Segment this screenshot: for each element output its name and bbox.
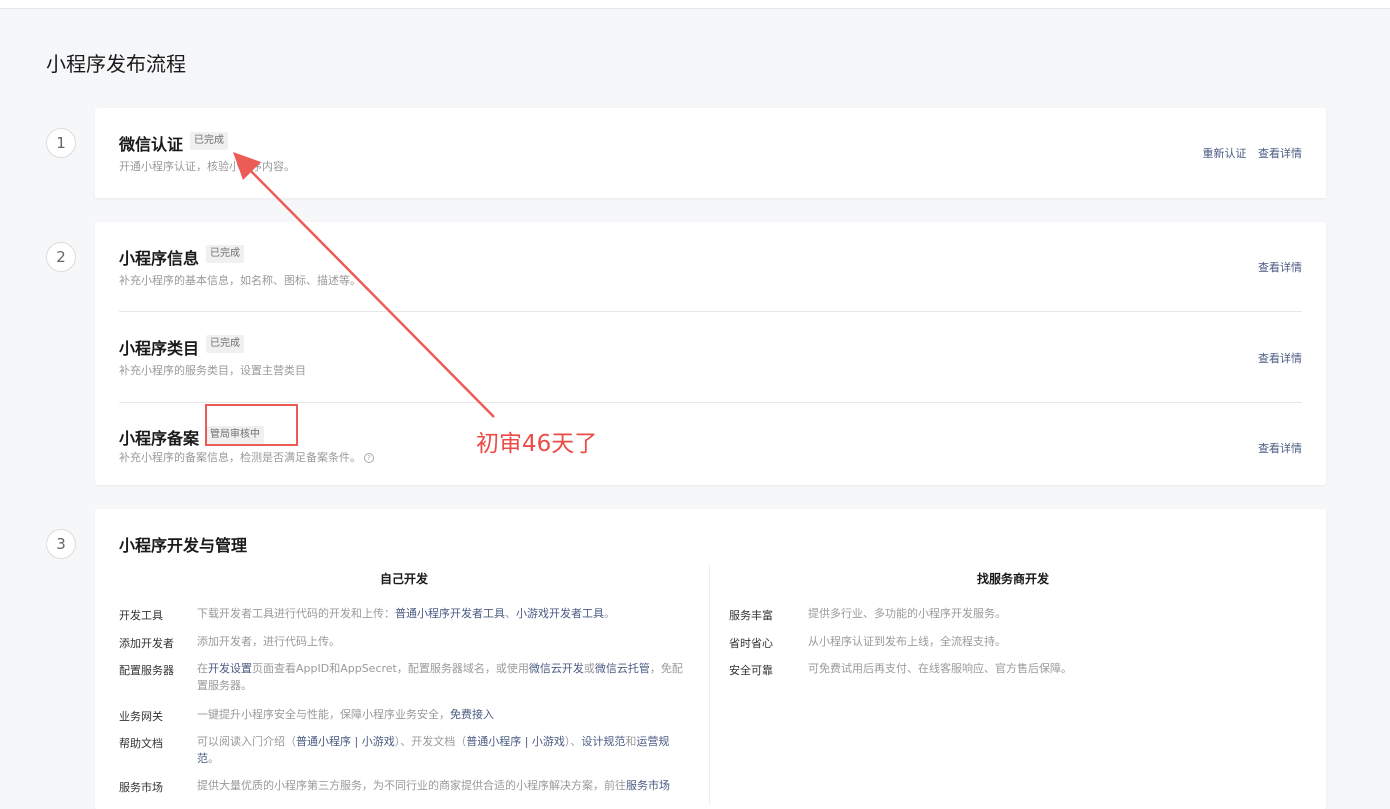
text-part: 在	[197, 662, 208, 675]
annotation-text: 初审46天了	[476, 431, 598, 457]
view-details-link[interactable]: 查看详情	[1258, 442, 1302, 455]
text-add-developer: 添加开发者，进行代码上传。	[197, 635, 340, 648]
dev-settings-link[interactable]: 开发设置	[208, 662, 252, 675]
label-help-docs: 帮助文档	[119, 737, 163, 750]
mini-game-devtools-link[interactable]: 小游戏开发者工具	[516, 607, 604, 620]
step-number-3: 3	[46, 529, 76, 559]
cloud-dev-link[interactable]: 微信云开发	[529, 662, 584, 675]
text-part: ）、	[564, 735, 582, 748]
row-description: 补充小程序的备案信息，检测是否满足备案条件。?	[119, 449, 374, 465]
text-help-docs: 可以阅读入门介绍（普通小程序 | 小游戏）、开发文档（普通小程序 | 小游戏）、…	[197, 733, 691, 767]
status-badge: 已完成	[206, 335, 244, 353]
row-mini-program-info: 小程序信息 已完成 补充小程序的基本信息，如名称、图标、描述等。 查看详情	[119, 222, 1302, 311]
text-time-saving: 从小程序认证到发布上线，全流程支持。	[808, 635, 1006, 648]
row-title: 微信认证	[119, 135, 184, 154]
row-description: 开通小程序认证，核验小程序内容。	[119, 160, 295, 173]
row-actions: 重新认证 查看详情	[1195, 145, 1303, 161]
row-title: 小程序信息	[119, 249, 200, 268]
text-part: 一键提升小程序安全与性能，保障小程序业务安全，	[197, 708, 450, 721]
text-part: 。	[208, 752, 219, 765]
free-access-link[interactable]: 免费接入	[450, 708, 494, 721]
text-part: 可以阅读入门介绍（	[197, 735, 296, 748]
text-part: 下载开发者工具进行代码的开发和上传：	[197, 607, 395, 620]
view-details-link[interactable]: 查看详情	[1258, 352, 1302, 365]
intro-mini-program-link[interactable]: 普通小程序	[296, 735, 351, 748]
page-title: 小程序发布流程	[46, 52, 186, 76]
docs-mini-game-link[interactable]: 小游戏	[532, 735, 565, 748]
label-rich-services: 服务丰富	[729, 609, 773, 622]
row-description: 补充小程序的服务类目，设置主营类目	[119, 364, 306, 377]
label-service-market: 服务市场	[119, 781, 163, 794]
row-title: 小程序类目	[119, 339, 200, 358]
row-description-text: 补充小程序的备案信息，检测是否满足备案条件。	[119, 451, 361, 464]
help-icon[interactable]: ?	[364, 453, 374, 463]
label-add-developer: 添加开发者	[119, 637, 174, 650]
row-wechat-certification: 微信认证 已完成 开通小程序认证，核验小程序内容。 重新认证 查看详情	[119, 108, 1302, 198]
cloud-hosting-link[interactable]: 微信云托管	[595, 662, 650, 675]
row-actions: 查看详情	[1250, 259, 1302, 275]
text-part: |	[351, 735, 362, 748]
annotation-highlight-box	[205, 404, 298, 446]
row-mini-program-category: 小程序类目 已完成 补充小程序的服务类目，设置主营类目 查看详情	[119, 312, 1302, 402]
card-wechat-certification: 微信认证 已完成 开通小程序认证，核验小程序内容。 重新认证 查看详情	[95, 108, 1326, 198]
self-develop-heading: 自己开发	[380, 572, 429, 586]
step-number-1: 1	[46, 128, 76, 158]
section-title: 小程序开发与管理	[119, 536, 248, 555]
text-part: 页面查看AppID和AppSecret，配置服务器域名，或使用	[252, 662, 529, 675]
design-guidelines-link[interactable]: 设计规范	[581, 735, 625, 748]
text-part: 、	[505, 607, 516, 620]
recertify-link[interactable]: 重新认证	[1203, 147, 1247, 160]
label-dev-tools: 开发工具	[119, 609, 163, 622]
label-config-server: 配置服务器	[119, 664, 174, 677]
docs-mini-program-link[interactable]: 普通小程序	[466, 735, 521, 748]
text-part: 或	[583, 662, 595, 675]
row-title: 小程序备案	[119, 429, 200, 448]
text-secure: 可免费试用后再支付、在线客服响应、官方售后保障。	[808, 662, 1072, 675]
text-part: |	[521, 735, 532, 748]
row-description: 补充小程序的基本信息，如名称、图标、描述等。	[119, 274, 361, 287]
column-divider	[709, 565, 710, 805]
mini-program-devtools-link[interactable]: 普通小程序开发者工具	[395, 607, 505, 620]
text-service-market: 提供大量优质的小程序第三方服务，为不同行业的商家提供合适的小程序解决方案，前往服…	[197, 777, 691, 794]
intro-mini-game-link[interactable]: 小游戏	[362, 735, 395, 748]
provider-develop-heading: 找服务商开发	[977, 572, 1050, 586]
text-rich-services: 提供多行业、多功能的小程序开发服务。	[808, 607, 1006, 620]
text-dev-tools: 下载开发者工具进行代码的开发和上传：普通小程序开发者工具、小游戏开发者工具。	[197, 605, 691, 622]
status-badge: 已完成	[190, 132, 228, 150]
service-market-link[interactable]: 服务市场	[626, 779, 670, 792]
label-secure: 安全可靠	[729, 664, 773, 677]
text-part: 提供大量优质的小程序第三方服务，为不同行业的商家提供合适的小程序解决方案，前往	[197, 779, 626, 792]
card-development-management: 小程序开发与管理 自己开发 找服务商开发 开发工具 下载开发者工具进行代码的开发…	[95, 509, 1326, 809]
status-badge: 已完成	[206, 245, 244, 263]
text-config-server: 在开发设置页面查看AppID和AppSecret，配置服务器域名，或使用微信云开…	[197, 660, 691, 694]
view-details-link[interactable]: 查看详情	[1258, 261, 1302, 274]
step-number-2: 2	[46, 242, 76, 272]
text-part: 和	[625, 735, 637, 748]
view-details-link[interactable]: 查看详情	[1258, 147, 1302, 160]
text-business-gateway: 一键提升小程序安全与性能，保障小程序业务安全，免费接入	[197, 706, 691, 723]
text-part: 。	[604, 607, 615, 620]
text-part: ）、开发文档（	[394, 735, 467, 748]
row-actions: 查看详情	[1250, 350, 1302, 366]
top-bar	[0, 0, 1390, 9]
label-business-gateway: 业务网关	[119, 710, 163, 723]
label-time-saving: 省时省心	[729, 637, 773, 650]
row-actions: 查看详情	[1250, 440, 1302, 456]
